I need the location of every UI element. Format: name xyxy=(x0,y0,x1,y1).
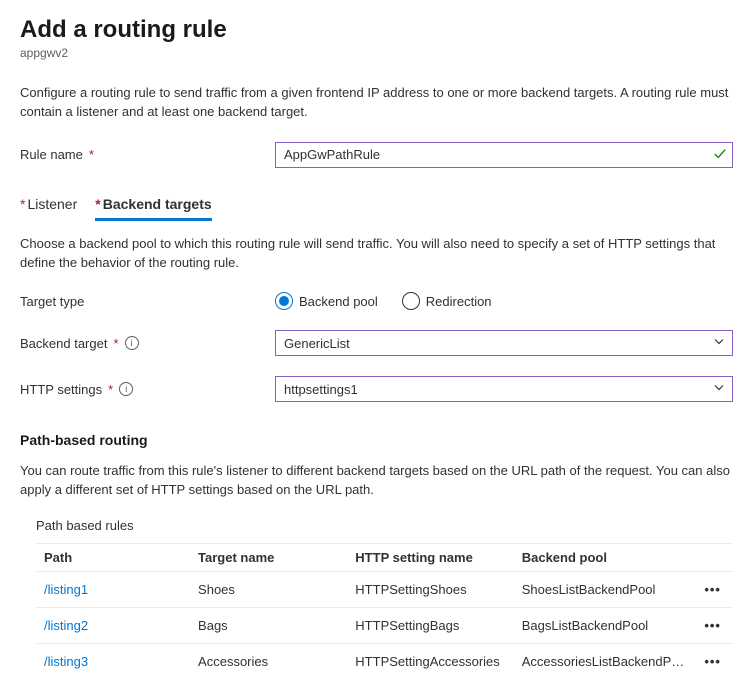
radio-backend-pool[interactable]: Backend pool xyxy=(275,292,378,310)
info-icon[interactable]: i xyxy=(125,336,139,350)
path-rules-table: Path Target name HTTP setting name Backe… xyxy=(36,543,733,679)
col-http: HTTP setting name xyxy=(347,544,513,572)
table-row: /listing2 Bags HTTPSettingBags BagsListB… xyxy=(36,608,733,644)
path-routing-desc: You can route traffic from this rule's l… xyxy=(20,462,733,500)
info-icon[interactable]: i xyxy=(119,382,133,396)
path-rules-title: Path based rules xyxy=(36,518,733,533)
backend-target-select[interactable]: GenericList xyxy=(275,330,733,356)
check-icon xyxy=(713,146,727,163)
table-row: /listing1 Shoes HTTPSettingShoes ShoesLi… xyxy=(36,572,733,608)
more-actions-button[interactable]: ••• xyxy=(692,644,733,680)
resource-subtitle: appgwv2 xyxy=(20,46,733,60)
more-actions-button[interactable]: ••• xyxy=(692,572,733,608)
intro-text: Configure a routing rule to send traffic… xyxy=(20,84,733,122)
http-settings-label: HTTP settings* i xyxy=(20,382,275,397)
backend-desc: Choose a backend pool to which this rout… xyxy=(20,235,733,273)
tab-backend-targets[interactable]: *Backend targets xyxy=(95,196,211,221)
path-link[interactable]: /listing3 xyxy=(36,644,190,680)
col-pool: Backend pool xyxy=(514,544,693,572)
radio-redirection[interactable]: Redirection xyxy=(402,292,492,310)
rule-name-input[interactable] xyxy=(275,142,733,168)
more-actions-button[interactable]: ••• xyxy=(692,608,733,644)
page-title: Add a routing rule xyxy=(20,16,733,44)
rule-name-label: Rule name* xyxy=(20,147,275,162)
path-link[interactable]: /listing1 xyxy=(36,572,190,608)
http-settings-select[interactable]: httpsettings1 xyxy=(275,376,733,402)
col-path: Path xyxy=(36,544,190,572)
backend-target-label: Backend target* i xyxy=(20,336,275,351)
col-target: Target name xyxy=(190,544,347,572)
path-routing-heading: Path-based routing xyxy=(20,432,733,448)
target-type-label: Target type xyxy=(20,294,275,309)
table-row: /listing3 Accessories HTTPSettingAccesso… xyxy=(36,644,733,680)
path-link[interactable]: /listing2 xyxy=(36,608,190,644)
tab-listener[interactable]: *Listener xyxy=(20,196,77,221)
